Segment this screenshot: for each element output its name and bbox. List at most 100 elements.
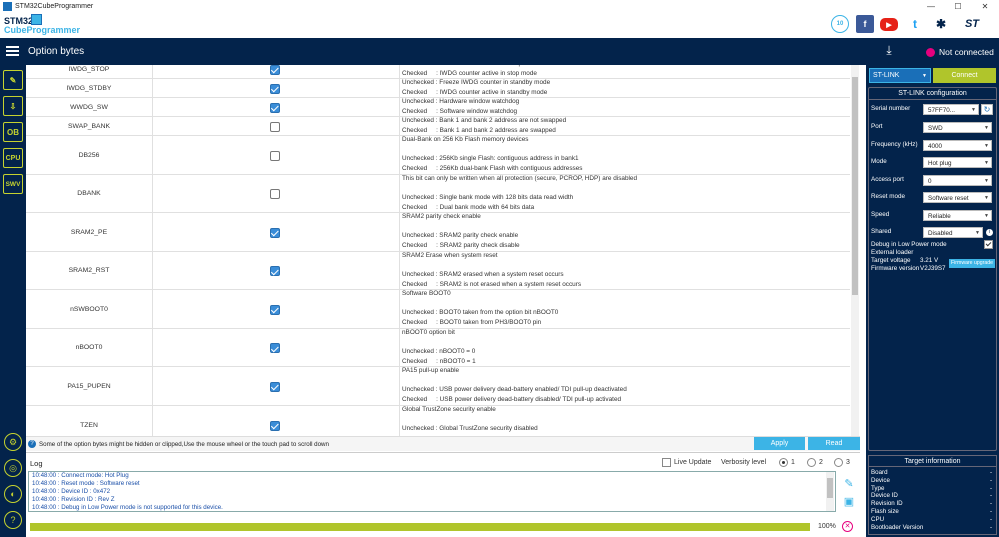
option-description: Dual-Bank on 256 Kb Flash memory devices… [402, 136, 583, 172]
option-checkbox[interactable] [270, 227, 280, 238]
swv-nav-button[interactable]: SWV [3, 174, 23, 194]
settings-icon[interactable]: ⚙ [4, 433, 22, 451]
target-row-value: - [989, 476, 992, 484]
option-checkbox[interactable] [270, 83, 280, 94]
config-select-speed[interactable]: Reliable [923, 209, 992, 221]
info-bar: ? Some of the option bytes might be hidd… [26, 436, 860, 451]
log-output[interactable]: 10:48:00 : Connect mode: Hot Plug 10:48:… [28, 471, 836, 512]
option-name: PA15_PUPEN [67, 382, 111, 390]
target-voltage-label: Target voltage [871, 257, 911, 264]
config-select-access-port[interactable]: 0 [923, 174, 992, 186]
target-row-label: Device [871, 476, 890, 484]
debug-low-power-checkbox[interactable] [984, 240, 993, 249]
option-row-iwdg-stop: IWDG_STOP Unchecked : Freeze IWDG counter… [26, 65, 850, 79]
window-title: STM32CubeProgrammer [15, 3, 94, 10]
option-description: SRAM2 parity check enable Unchecked : SR… [402, 213, 520, 249]
globe-icon[interactable]: ◎ [4, 459, 22, 477]
firmware-version-label: Firmware version [871, 265, 920, 272]
firmware-upgrade-button[interactable]: Firmware upgrade [949, 259, 995, 268]
twitter-icon[interactable]: t [906, 15, 924, 33]
save-log-icon[interactable]: ▣ [842, 495, 856, 509]
help-icon[interactable]: ? [4, 511, 22, 529]
verbosity-radio-3[interactable] [834, 458, 843, 467]
log-line: 10:48:00 : Revision ID : Rev Z [32, 496, 115, 503]
download-nav-icon[interactable]: ⇩ [3, 96, 23, 116]
verbosity-radio-2[interactable] [807, 458, 816, 467]
option-row-dbank: DBANK This bit can only be written when a… [26, 175, 850, 213]
table-scrollbar[interactable] [851, 65, 859, 436]
cpu-nav-button[interactable]: CPU [3, 148, 23, 168]
read-button[interactable]: Read [808, 437, 860, 450]
live-update-checkbox[interactable] [662, 458, 671, 467]
target-row-value: - [989, 500, 992, 508]
plugin-icon[interactable]: ◐ [4, 485, 22, 503]
target-row-value: - [989, 508, 992, 515]
info-icon[interactable]: i [986, 229, 993, 236]
debug-low-power-label: Debug in Low Power mode [871, 241, 947, 248]
minimize-button[interactable]: — [918, 0, 944, 13]
option-checkbox[interactable] [270, 102, 280, 113]
option-checkbox[interactable] [270, 150, 280, 161]
menu-icon[interactable] [6, 46, 19, 56]
option-checkbox[interactable] [270, 381, 280, 392]
config-label-shared: Shared [871, 228, 892, 235]
progress-fill [30, 523, 810, 531]
external-loader-label: External loader [871, 249, 914, 256]
target-row-value: - [989, 515, 992, 523]
st-logo-icon[interactable]: ST [957, 15, 987, 33]
log-line: 10:48:00 : Device ID : 0x472 [32, 488, 111, 495]
target-row: Flash size - [871, 508, 996, 515]
facebook-icon[interactable]: f [856, 15, 874, 33]
config-select-mode[interactable]: Hot plug [923, 157, 992, 168]
option-name: nSWBOOT0 [70, 305, 108, 313]
log-scrollbar-thumb[interactable] [827, 478, 833, 498]
maximize-button[interactable]: ☐ [945, 0, 971, 13]
target-row-value: - [989, 484, 992, 492]
network-icon[interactable]: ✱ [932, 15, 950, 33]
download-icon[interactable]: ⤓ [880, 43, 898, 60]
option-row-nboot0: nBOOT0 nBOOT0 option bit Unchecked : nBOO… [26, 329, 850, 367]
config-label-reset-mode: Reset mode [871, 193, 905, 200]
probe-select[interactable]: ST-LINK [869, 68, 931, 83]
left-sidebar: ✎ ⇩ OB CPU SWV ⚙ ◎ ◐ ? [0, 65, 26, 537]
verbosity-radio-1[interactable] [779, 458, 788, 467]
option-name: SWAP_BANK [67, 122, 111, 130]
memory-edit-icon[interactable]: ✎ [3, 70, 23, 90]
refresh-icon[interactable]: ↻ [981, 104, 993, 115]
apply-button[interactable]: Apply [754, 437, 805, 450]
option-description: nBOOT0 option bit Unchecked : nBOOT0 = 0… [402, 329, 476, 365]
option-description: This bit can only be written when all pr… [402, 175, 638, 211]
close-window-button[interactable]: ✕ [972, 0, 998, 13]
option-row-sram2-pe: SRAM2_PE SRAM2 parity check enable Unchec… [26, 213, 850, 252]
target-voltage-value: 3.21 V [920, 257, 939, 264]
option-row-swap-bank: SWAP_BANK Unchecked : Bank 1 and bank 2 a… [26, 117, 850, 136]
config-select-reset-mode[interactable]: Software reset [923, 192, 992, 203]
config-select-port[interactable]: SWD [923, 122, 992, 133]
serial-select[interactable]: 57FF70... [923, 104, 979, 115]
target-row-label: Revision ID [871, 500, 903, 508]
youtube-icon[interactable]: ▶ [880, 18, 898, 31]
config-select-frequency-khz[interactable]: 4000 [923, 139, 992, 151]
option-checkbox[interactable] [270, 189, 280, 199]
option-checkbox[interactable] [270, 304, 280, 315]
option-description: Unchecked : Bank 1 and bank 2 address ar… [402, 117, 567, 134]
stlink-config-box: ST-LINK configuration Serial number 57FF… [868, 87, 997, 451]
option-checkbox[interactable] [270, 343, 280, 353]
config-select-shared[interactable]: Disabled [923, 227, 983, 238]
info-text: Some of the option bytes might be hidden… [39, 441, 329, 448]
cancel-icon[interactable]: ✕ [842, 521, 853, 532]
option-checkbox[interactable] [270, 65, 280, 75]
log-scrollbar[interactable] [826, 472, 834, 511]
option-name: IWDG_STOP [68, 65, 110, 73]
option-checkbox[interactable] [270, 266, 280, 276]
connect-button[interactable]: Connect [933, 68, 996, 83]
scrollbar-thumb[interactable] [852, 77, 858, 295]
option-checkbox[interactable] [270, 121, 280, 132]
option-bytes-nav-button[interactable]: OB [3, 122, 23, 142]
clear-log-icon[interactable]: ✎ [842, 477, 856, 491]
verbosity-label-1: 1 [791, 459, 795, 466]
anniversary-icon[interactable]: 10 [831, 15, 849, 33]
target-row: Board - [871, 469, 996, 476]
option-checkbox[interactable] [270, 420, 280, 431]
firmware-version-value: V2J39S7 [920, 265, 946, 272]
